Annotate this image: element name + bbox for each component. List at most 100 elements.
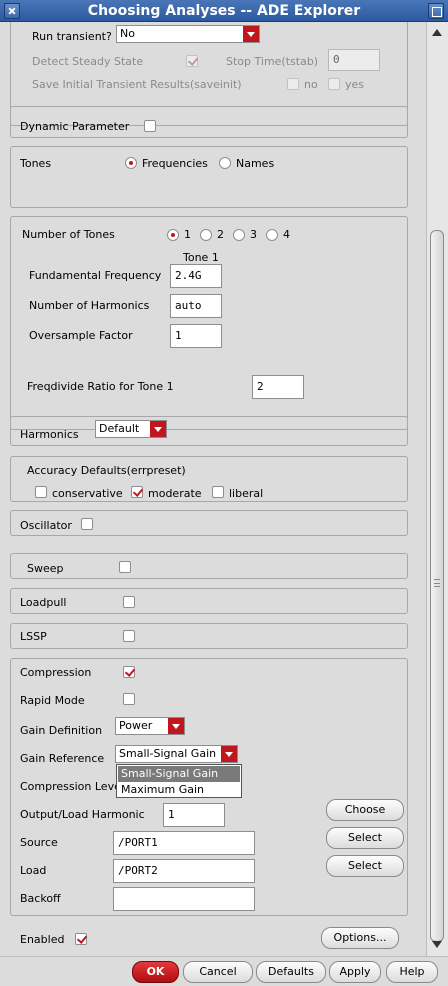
- moderate-checkbox[interactable]: [131, 486, 143, 498]
- scroll-up-icon[interactable]: [430, 26, 444, 40]
- loadpull-group: [10, 588, 408, 614]
- tone-1-column-header: Tone 1: [183, 251, 219, 264]
- dynamic-parameter-checkbox[interactable]: [144, 120, 156, 132]
- fundamental-frequency-label: Fundamental Frequency: [29, 269, 162, 282]
- tone-settings-group: [10, 216, 408, 430]
- fundamental-frequency-input[interactable]: 2.4G: [170, 264, 222, 288]
- grip-icon: [434, 579, 440, 587]
- tones-3-radio[interactable]: [233, 229, 245, 241]
- gain-reference-select[interactable]: Small-Signal Gain: [115, 745, 238, 763]
- rapid-mode-label: Rapid Mode: [20, 694, 85, 707]
- moderate-label: moderate: [148, 487, 202, 500]
- freqdivide-ratio-input[interactable]: 2: [252, 375, 304, 399]
- output-load-harmonic-label: Output/Load Harmonic: [20, 808, 145, 821]
- sweep-group: [10, 553, 408, 579]
- lssp-checkbox[interactable]: [123, 630, 135, 642]
- gain-definition-select[interactable]: Power: [115, 717, 185, 735]
- help-button[interactable]: Help: [386, 961, 438, 983]
- load-label: Load: [20, 864, 47, 877]
- scrollbar-thumb[interactable]: [430, 230, 444, 942]
- chevron-down-icon: [221, 746, 237, 762]
- defaults-button[interactable]: Defaults: [256, 961, 326, 983]
- save-yes-checkbox[interactable]: [328, 78, 340, 90]
- harmonics-select[interactable]: Default: [95, 420, 167, 438]
- gain-definition-value: Power: [119, 719, 153, 732]
- stop-time-label: Stop Time(tstab): [226, 55, 319, 68]
- accuracy-defaults-label: Accuracy Defaults(errpreset): [27, 464, 186, 477]
- title-bar: Choosing Analyses -- ADE Explorer: [0, 0, 448, 22]
- tones-4-label: 4: [283, 228, 290, 241]
- detect-steady-state-label: Detect Steady State: [32, 55, 144, 68]
- load-input[interactable]: /PORT2: [113, 859, 255, 883]
- save-initial-label: Save Initial Transient Results(saveinit): [32, 78, 242, 91]
- stop-time-input[interactable]: 0: [328, 49, 380, 71]
- frequencies-radio[interactable]: [125, 157, 137, 169]
- vertical-scrollbar[interactable]: [426, 22, 448, 956]
- names-radio[interactable]: [219, 157, 231, 169]
- oversample-factor-input[interactable]: 1: [170, 324, 222, 348]
- gain-definition-label: Gain Definition: [20, 724, 103, 737]
- freqdivide-ratio-label: Freqdivide Ratio for Tone 1: [27, 380, 174, 393]
- source-input[interactable]: /PORT1: [113, 831, 255, 855]
- gain-reference-dropdown: Small-Signal Gain Maximum Gain: [116, 764, 242, 798]
- tones-2-radio[interactable]: [200, 229, 212, 241]
- ok-button[interactable]: OK: [132, 961, 179, 983]
- tones-group: [10, 146, 408, 208]
- harmonics-label: Harmonics: [20, 428, 79, 441]
- run-transient-select[interactable]: No: [116, 25, 260, 43]
- sweep-checkbox[interactable]: [119, 561, 131, 573]
- choose-button[interactable]: Choose: [326, 799, 404, 821]
- run-transient-label: Run transient?: [32, 30, 112, 43]
- tones-2-label: 2: [217, 228, 224, 241]
- tones-4-radio[interactable]: [266, 229, 278, 241]
- harmonics-value: Default: [99, 422, 140, 435]
- save-no-checkbox[interactable]: [287, 78, 299, 90]
- number-of-harmonics-label: Number of Harmonics: [29, 299, 150, 312]
- compression-level-label: Compression Level: [20, 780, 124, 793]
- frequencies-label: Frequencies: [142, 157, 208, 170]
- number-of-harmonics-input[interactable]: auto: [170, 294, 222, 318]
- gain-ref-option-small-signal[interactable]: Small-Signal Gain: [118, 766, 240, 782]
- options-button[interactable]: Options...: [321, 927, 399, 949]
- number-of-tones-label: Number of Tones: [22, 228, 115, 241]
- form-content: Run transient? No Detect Steady State St…: [0, 22, 426, 956]
- load-select-button[interactable]: Select: [326, 855, 404, 877]
- button-bar: OK Cancel Defaults Apply Help: [0, 956, 448, 986]
- detect-steady-state-checkbox[interactable]: [186, 55, 198, 67]
- tones-1-label: 1: [184, 228, 191, 241]
- gain-ref-option-maximum[interactable]: Maximum Gain: [118, 782, 240, 798]
- save-no-label: no: [304, 78, 318, 91]
- close-icon[interactable]: [4, 3, 20, 19]
- oscillator-checkbox[interactable]: [81, 518, 93, 530]
- chevron-down-icon: [150, 421, 166, 437]
- compression-label: Compression: [20, 666, 92, 679]
- compression-checkbox[interactable]: [123, 666, 135, 678]
- conservative-label: conservative: [52, 487, 123, 500]
- chevron-down-icon: [168, 718, 184, 734]
- names-label: Names: [236, 157, 275, 170]
- tones-3-label: 3: [250, 228, 257, 241]
- lssp-label: LSSP: [20, 630, 47, 643]
- apply-button[interactable]: Apply: [329, 961, 381, 983]
- tones-1-radio[interactable]: [167, 229, 179, 241]
- run-transient-value: No: [120, 27, 135, 40]
- backoff-input[interactable]: [113, 887, 255, 911]
- gain-reference-value: Small-Signal Gain: [119, 747, 217, 760]
- dynamic-parameter-label: Dynamic Parameter: [20, 120, 130, 133]
- save-yes-label: yes: [345, 78, 365, 91]
- tones-label: Tones: [20, 157, 52, 170]
- maximize-icon[interactable]: [428, 3, 444, 19]
- source-select-button[interactable]: Select: [326, 827, 404, 849]
- gain-reference-label: Gain Reference: [20, 752, 105, 765]
- loadpull-checkbox[interactable]: [123, 596, 135, 608]
- rapid-mode-checkbox[interactable]: [123, 693, 135, 705]
- backoff-label: Backoff: [20, 892, 61, 905]
- chevron-down-icon: [243, 26, 259, 42]
- cancel-button[interactable]: Cancel: [183, 961, 253, 983]
- liberal-checkbox[interactable]: [212, 486, 224, 498]
- output-load-harmonic-input[interactable]: 1: [163, 803, 225, 827]
- scroll-down-icon[interactable]: [430, 938, 444, 952]
- window-title: Choosing Analyses -- ADE Explorer: [87, 3, 361, 19]
- enabled-checkbox[interactable]: [75, 933, 87, 945]
- conservative-checkbox[interactable]: [35, 486, 47, 498]
